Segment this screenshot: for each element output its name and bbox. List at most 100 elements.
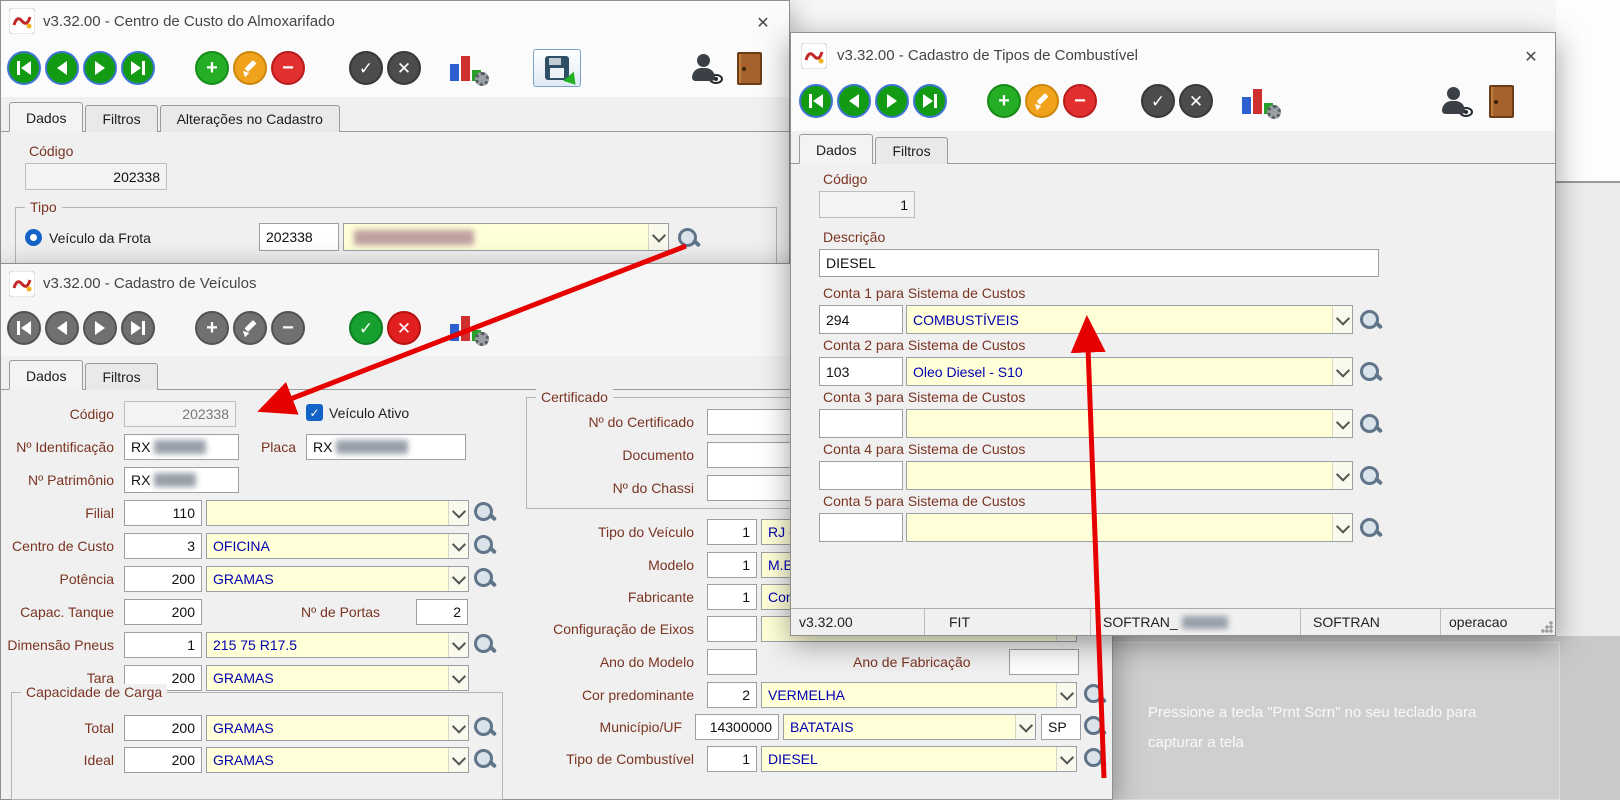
- search-icon[interactable]: [1083, 683, 1107, 707]
- conta4-combo[interactable]: [906, 461, 1353, 490]
- search-icon[interactable]: [1359, 361, 1383, 385]
- potencia-combo[interactable]: GRAMAS: [206, 566, 469, 592]
- search-icon[interactable]: [1359, 465, 1383, 489]
- cor-code-field[interactable]: 2: [707, 682, 757, 708]
- last-record-button[interactable]: [913, 84, 947, 118]
- municipio-code-field[interactable]: 14300000: [695, 714, 779, 740]
- dimensao-pneus-combo[interactable]: 215 75 R17.5: [206, 632, 469, 658]
- confirm-button[interactable]: ✓: [349, 51, 383, 85]
- tab-filtros[interactable]: Filtros: [85, 363, 158, 390]
- previous-record-button[interactable]: [837, 84, 871, 118]
- codigo-field[interactable]: 1: [819, 191, 915, 218]
- centro-custo-code-field[interactable]: 3: [124, 533, 202, 559]
- filial-combo[interactable]: [206, 500, 469, 526]
- titlebar-combustivel[interactable]: v3.32.00 - Cadastro de Tipos de Combustí…: [791, 33, 1555, 131]
- search-icon[interactable]: [473, 567, 497, 591]
- add-record-button[interactable]: +: [987, 84, 1021, 118]
- centro-custo-combo[interactable]: OFICINA: [206, 533, 469, 559]
- carga-ideal-code-field[interactable]: 200: [124, 747, 202, 773]
- search-icon[interactable]: [473, 534, 497, 558]
- municipio-combo[interactable]: BATATAIS: [783, 714, 1036, 740]
- dimensao-pneus-code-field[interactable]: 1: [124, 632, 202, 658]
- veiculo-ativo-checkbox[interactable]: [306, 404, 323, 421]
- cancel-button[interactable]: ✕: [387, 311, 421, 345]
- tipo-combustivel-code-field[interactable]: 1: [707, 746, 757, 772]
- first-record-button[interactable]: [7, 311, 41, 345]
- edit-record-button[interactable]: [233, 311, 267, 345]
- chevron-down-icon[interactable]: [448, 567, 468, 591]
- add-record-button[interactable]: +: [195, 51, 229, 85]
- chevron-down-icon[interactable]: [448, 666, 468, 690]
- fabricante-code-field[interactable]: 1: [707, 584, 757, 610]
- potencia-code-field[interactable]: 200: [124, 566, 202, 592]
- search-icon[interactable]: [473, 716, 497, 740]
- cancel-button[interactable]: ✕: [387, 51, 421, 85]
- chevron-down-icon[interactable]: [448, 534, 468, 558]
- tab-dados[interactable]: Dados: [9, 102, 84, 132]
- search-icon[interactable]: [1083, 747, 1107, 771]
- search-icon[interactable]: [677, 227, 701, 251]
- carga-total-code-field[interactable]: 200: [124, 715, 202, 741]
- veiculo-frota-radio[interactable]: [25, 229, 42, 246]
- modelo-code-field[interactable]: 1: [707, 552, 757, 578]
- first-record-button[interactable]: [799, 84, 833, 118]
- veiculo-frota-combo[interactable]: [343, 223, 669, 251]
- chevron-down-icon[interactable]: [1332, 462, 1352, 489]
- previous-record-button[interactable]: [45, 51, 79, 85]
- delete-record-button[interactable]: −: [271, 311, 305, 345]
- chevron-down-icon[interactable]: [448, 716, 468, 740]
- conta5-combo[interactable]: [906, 513, 1353, 542]
- previous-record-button[interactable]: [45, 311, 79, 345]
- confirm-button[interactable]: ✓: [349, 311, 383, 345]
- titlebar-almoxarifado[interactable]: v3.32.00 - Centro de Custo do Almoxarifa…: [1, 1, 789, 97]
- user-button[interactable]: [689, 53, 723, 84]
- add-record-button[interactable]: +: [195, 311, 229, 345]
- portas-field[interactable]: 2: [416, 599, 468, 625]
- chevron-down-icon[interactable]: [1332, 306, 1352, 333]
- first-record-button[interactable]: [7, 51, 41, 85]
- chevron-down-icon[interactable]: [448, 633, 468, 657]
- conta1-combo[interactable]: COMBUSTÍVEIS: [906, 305, 1353, 334]
- report-chart-button[interactable]: [447, 310, 489, 346]
- chevron-down-icon[interactable]: [448, 748, 468, 772]
- placa-field[interactable]: RX: [306, 434, 466, 460]
- chevron-down-icon[interactable]: [1056, 683, 1076, 707]
- ano-fabricacao-field[interactable]: [1009, 649, 1079, 675]
- tipo-combustivel-combo[interactable]: DIESEL: [761, 746, 1077, 772]
- chevron-down-icon[interactable]: [1332, 410, 1352, 437]
- conta3-combo[interactable]: [906, 409, 1353, 438]
- tab-dados[interactable]: Dados: [9, 360, 84, 390]
- codigo-field[interactable]: 202338: [25, 163, 167, 190]
- exit-button[interactable]: [1489, 84, 1514, 118]
- tab-alteracoes-cadastro[interactable]: Alterações no Cadastro: [159, 105, 340, 132]
- filial-code-field[interactable]: 110: [124, 500, 202, 526]
- veiculo-frota-code-field[interactable]: 202338: [259, 223, 339, 251]
- search-icon[interactable]: [1359, 309, 1383, 333]
- chevron-down-icon[interactable]: [1332, 358, 1352, 385]
- close-icon[interactable]: [745, 9, 781, 37]
- last-record-button[interactable]: [121, 51, 155, 85]
- conta2-code-field[interactable]: 103: [819, 357, 903, 386]
- next-record-button[interactable]: [83, 311, 117, 345]
- tab-filtros[interactable]: Filtros: [85, 105, 158, 132]
- chevron-down-icon[interactable]: [1332, 514, 1352, 541]
- report-chart-button[interactable]: [1239, 83, 1281, 119]
- last-record-button[interactable]: [121, 311, 155, 345]
- search-icon[interactable]: [1083, 715, 1107, 739]
- search-icon[interactable]: [1359, 413, 1383, 437]
- conta3-code-field[interactable]: [819, 409, 903, 438]
- carga-ideal-combo[interactable]: GRAMAS: [206, 747, 469, 773]
- search-icon[interactable]: [473, 501, 497, 525]
- edit-record-button[interactable]: [233, 51, 267, 85]
- conta2-combo[interactable]: Oleo Diesel - S10: [906, 357, 1353, 386]
- next-record-button[interactable]: [83, 51, 117, 85]
- confirm-button[interactable]: ✓: [1141, 84, 1175, 118]
- conta1-code-field[interactable]: 294: [819, 305, 903, 334]
- edit-record-button[interactable]: [1025, 84, 1059, 118]
- resize-grip[interactable]: [1540, 620, 1553, 633]
- user-button[interactable]: [1439, 86, 1473, 117]
- close-icon[interactable]: [1513, 43, 1549, 71]
- tab-dados[interactable]: Dados: [799, 134, 874, 164]
- chevron-down-icon[interactable]: [448, 501, 468, 525]
- conta4-code-field[interactable]: [819, 461, 903, 490]
